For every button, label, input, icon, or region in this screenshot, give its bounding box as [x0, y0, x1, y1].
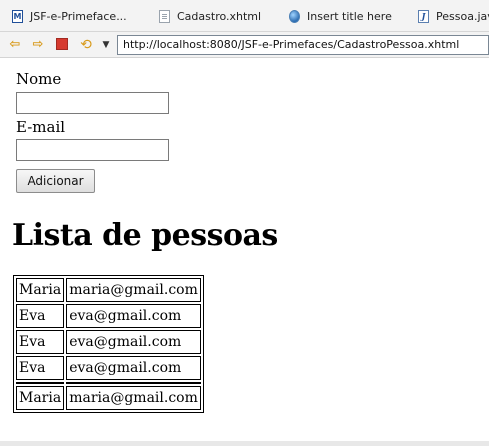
tab-label: Pessoa.java	[436, 10, 489, 23]
table-row: Eva eva@gmail.com	[16, 304, 201, 328]
tab-label: JSF-e-Primeface...	[30, 10, 127, 23]
page-file-icon	[159, 10, 170, 23]
pessoas-table: Maria maria@gmail.com Eva eva@gmail.com Eva e…	[13, 275, 204, 413]
url-input[interactable]: http://localhost:8080/JSF-e-Primefaces/C…	[117, 35, 489, 55]
nome-cell: Eva	[16, 330, 65, 354]
email-input[interactable]	[16, 139, 169, 161]
nome-cell: Eva	[16, 304, 65, 328]
nome-cell: Maria	[16, 278, 65, 302]
nome-cell: Maria	[16, 386, 65, 410]
xhtml-file-icon: M	[12, 10, 23, 23]
email-cell: maria@gmail.com	[66, 386, 201, 410]
nome-cell: Eva	[16, 356, 65, 380]
table-row: Eva eva@gmail.com	[16, 356, 201, 380]
back-arrow-icon[interactable]: ⇦	[6, 36, 24, 54]
tab-label: Cadastro.xhtml	[177, 10, 262, 23]
table-row	[16, 382, 201, 384]
table-row: Maria maria@gmail.com	[16, 278, 201, 302]
status-bar	[0, 441, 489, 446]
email-label: E-mail	[16, 118, 66, 136]
chevron-down-icon[interactable]: ▼	[97, 36, 115, 54]
table-row: Maria maria@gmail.com	[16, 386, 201, 410]
email-cell	[66, 382, 201, 384]
refresh-icon[interactable]: ⟲	[77, 36, 95, 54]
tab-label: Insert title here	[307, 10, 392, 23]
table-row: Eva eva@gmail.com	[16, 330, 201, 354]
stop-icon[interactable]	[53, 36, 71, 54]
page-content: Nome E-mail Adicionar Lista de pessoas M…	[0, 58, 489, 446]
nome-cell	[16, 382, 65, 384]
nome-input[interactable]	[16, 92, 169, 114]
email-cell: eva@gmail.com	[66, 304, 201, 328]
editor-tab-bar: M JSF-e-Primeface... Cadastro.xhtml Inse…	[0, 0, 489, 32]
adicionar-button[interactable]: Adicionar	[16, 169, 95, 193]
globe-icon	[289, 10, 300, 23]
email-cell: eva@gmail.com	[66, 356, 201, 380]
email-cell: eva@gmail.com	[66, 330, 201, 354]
java-file-icon: J	[418, 10, 429, 23]
browser-toolbar: ⇦ ⇨ ⟲ ▼ http://localhost:8080/JSF-e-Prim…	[0, 32, 489, 58]
nome-label: Nome	[16, 70, 62, 88]
page-title: Lista de pessoas	[12, 218, 278, 253]
forward-arrow-icon[interactable]: ⇨	[29, 36, 47, 54]
email-cell: maria@gmail.com	[66, 278, 201, 302]
